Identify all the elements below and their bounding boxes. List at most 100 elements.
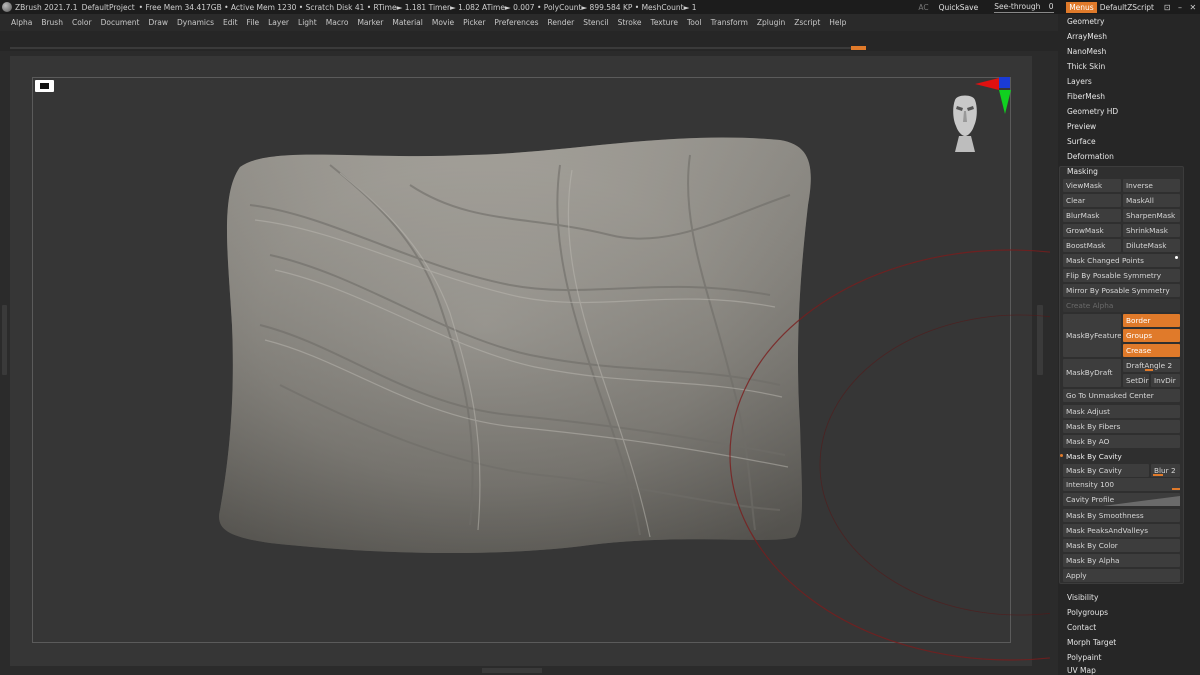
panel-polygroups[interactable]: Polygroups <box>1067 608 1108 617</box>
flip-by-posable-symmetry-button[interactable]: Flip By Posable Symmetry <box>1063 269 1180 282</box>
menu-transform[interactable]: Transform <box>711 18 748 27</box>
mask-by-feature-button[interactable]: MaskByFeature <box>1063 314 1121 357</box>
panel-arraymesh[interactable]: ArrayMesh <box>1067 32 1107 41</box>
menu-layer[interactable]: Layer <box>268 18 289 27</box>
panel-fibermesh[interactable]: FiberMesh <box>1067 92 1105 101</box>
viewmask-button[interactable]: ViewMask <box>1063 179 1121 192</box>
see-through-label: See-through <box>994 1 1041 11</box>
menu-brush[interactable]: Brush <box>41 18 63 27</box>
mask-by-fibers-section[interactable]: Mask By Fibers <box>1063 420 1180 433</box>
draft-angle-slider-fill <box>1145 369 1153 371</box>
shrinkmask-button[interactable]: ShrinkMask <box>1123 224 1180 237</box>
menu-color[interactable]: Color <box>72 18 92 27</box>
menu-zscript[interactable]: Zscript <box>794 18 820 27</box>
title-bar: ZBrush 2021.7.1 DefaultProject • Free Me… <box>0 0 1200 14</box>
menu-material[interactable]: Material <box>392 18 422 27</box>
cavity-blur-slider-fill <box>1153 474 1163 476</box>
panel-thick-skin[interactable]: Thick Skin <box>1067 62 1105 71</box>
see-through-slider[interactable]: See-through 0 <box>994 2 1056 13</box>
panel-polypaint[interactable]: Polypaint <box>1067 653 1102 662</box>
zbrush-logo-icon <box>2 2 12 12</box>
status-stats: • Free Mem 34.417GB • Active Mem 1230 • … <box>138 2 697 12</box>
quicksave-button[interactable]: QuickSave <box>939 3 979 12</box>
menu-light[interactable]: Light <box>298 18 317 27</box>
panel-contact[interactable]: Contact <box>1067 623 1096 632</box>
go-to-unmasked-center-button[interactable]: Go To Unmasked Center <box>1063 389 1180 402</box>
panel-layers[interactable]: Layers <box>1067 77 1092 86</box>
see-through-value: 0 <box>1048 1 1054 11</box>
mask-by-ao-section[interactable]: Mask By AO <box>1063 435 1180 448</box>
mask-changed-points-button[interactable]: Mask Changed Points <box>1063 254 1180 267</box>
mask-by-smoothness-section[interactable]: Mask By Smoothness <box>1063 509 1180 522</box>
ac-button[interactable]: AC <box>918 3 928 12</box>
menu-alpha[interactable]: Alpha <box>11 18 32 27</box>
panel-geometry-hd[interactable]: Geometry HD <box>1067 107 1118 116</box>
panel-visibility[interactable]: Visibility <box>1067 593 1098 602</box>
clear-mask-button[interactable]: Clear <box>1063 194 1121 207</box>
panel-preview[interactable]: Preview <box>1067 122 1096 131</box>
menu-marker[interactable]: Marker <box>357 18 383 27</box>
canvas-corner-icon[interactable] <box>35 80 54 92</box>
mask-adjust-section[interactable]: Mask Adjust <box>1063 405 1180 418</box>
menu-tool[interactable]: Tool <box>687 18 702 27</box>
menu-edit[interactable]: Edit <box>223 18 238 27</box>
mask-by-cavity-section[interactable]: Mask By Cavity <box>1063 450 1180 463</box>
panel-morph-target[interactable]: Morph Target <box>1067 638 1116 647</box>
menu-help[interactable]: Help <box>829 18 846 27</box>
menu-stroke[interactable]: Stroke <box>618 18 642 27</box>
close-window-icon[interactable]: ✕ <box>1190 3 1197 12</box>
brush-cursor-ring <box>729 249 1050 661</box>
apply-section[interactable]: Apply <box>1063 569 1180 582</box>
cavity-profile-curve[interactable] <box>1063 493 1180 506</box>
axis-gizmo-icon[interactable] <box>975 76 1015 116</box>
panel-uv-map[interactable]: UV Map <box>1067 666 1096 675</box>
inverse-button[interactable]: Inverse <box>1123 179 1180 192</box>
left-tray-handle[interactable] <box>2 305 7 375</box>
maskall-button[interactable]: MaskAll <box>1123 194 1180 207</box>
menu-file[interactable]: File <box>247 18 260 27</box>
mask-by-draft-button[interactable]: MaskByDraft <box>1063 359 1121 387</box>
sharpenmask-button[interactable]: SharpenMask <box>1123 209 1180 222</box>
default-zscript-button[interactable]: DefaultZScript <box>1100 3 1154 12</box>
app-title: ZBrush 2021.7.1 <box>15 2 78 12</box>
minimize-window-icon[interactable]: – <box>1178 3 1182 12</box>
groups-toggle[interactable]: Groups <box>1123 329 1180 342</box>
panel-geometry[interactable]: Geometry <box>1067 17 1104 26</box>
border-toggle[interactable]: Border <box>1123 314 1180 327</box>
setdir-button[interactable]: SetDir <box>1123 374 1149 387</box>
menu-zplugin[interactable]: Zplugin <box>757 18 785 27</box>
bottom-tray-handle[interactable] <box>482 668 542 673</box>
menu-dynamics[interactable]: Dynamics <box>177 18 214 27</box>
menu-picker[interactable]: Picker <box>463 18 485 27</box>
mask-by-alpha-section[interactable]: Mask By Alpha <box>1063 554 1180 567</box>
growmask-button[interactable]: GrowMask <box>1063 224 1121 237</box>
panel-surface[interactable]: Surface <box>1067 137 1096 146</box>
shelf-scroll-marker[interactable] <box>851 46 866 50</box>
mask-peaks-valleys-section[interactable]: Mask PeaksAndValleys <box>1063 524 1180 537</box>
boostmask-button[interactable]: BoostMask <box>1063 239 1121 252</box>
menu-movie[interactable]: Movie <box>432 18 454 27</box>
invdir-button[interactable]: InvDir <box>1151 374 1180 387</box>
crease-toggle[interactable]: Crease <box>1123 344 1180 357</box>
mask-by-color-section[interactable]: Mask By Color <box>1063 539 1180 552</box>
menus-toggle-button[interactable]: Menus <box>1066 1 1097 13</box>
masking-header[interactable]: Masking <box>1067 167 1098 176</box>
menu-draw[interactable]: Draw <box>148 18 168 27</box>
create-alpha-button[interactable]: Create Alpha <box>1063 299 1180 312</box>
restore-window-icon[interactable]: ⊡ <box>1164 3 1171 12</box>
menu-document[interactable]: Document <box>101 18 140 27</box>
mask-by-cavity-button[interactable]: Mask By Cavity <box>1063 464 1149 477</box>
menu-texture[interactable]: Texture <box>651 18 678 27</box>
menu-macro[interactable]: Macro <box>326 18 349 27</box>
shelf-divider <box>10 47 866 49</box>
panel-nanomesh[interactable]: NanoMesh <box>1067 47 1106 56</box>
cavity-intensity-slider[interactable]: Intensity 100 <box>1063 478 1180 491</box>
dilutemask-button[interactable]: DiluteMask <box>1123 239 1180 252</box>
mirror-by-posable-symmetry-button[interactable]: Mirror By Posable Symmetry <box>1063 284 1180 297</box>
project-name: DefaultProject <box>81 2 135 12</box>
menu-stencil[interactable]: Stencil <box>583 18 608 27</box>
panel-deformation[interactable]: Deformation <box>1067 152 1114 161</box>
menu-render[interactable]: Render <box>548 18 575 27</box>
menu-preferences[interactable]: Preferences <box>494 18 538 27</box>
blurmask-button[interactable]: BlurMask <box>1063 209 1121 222</box>
